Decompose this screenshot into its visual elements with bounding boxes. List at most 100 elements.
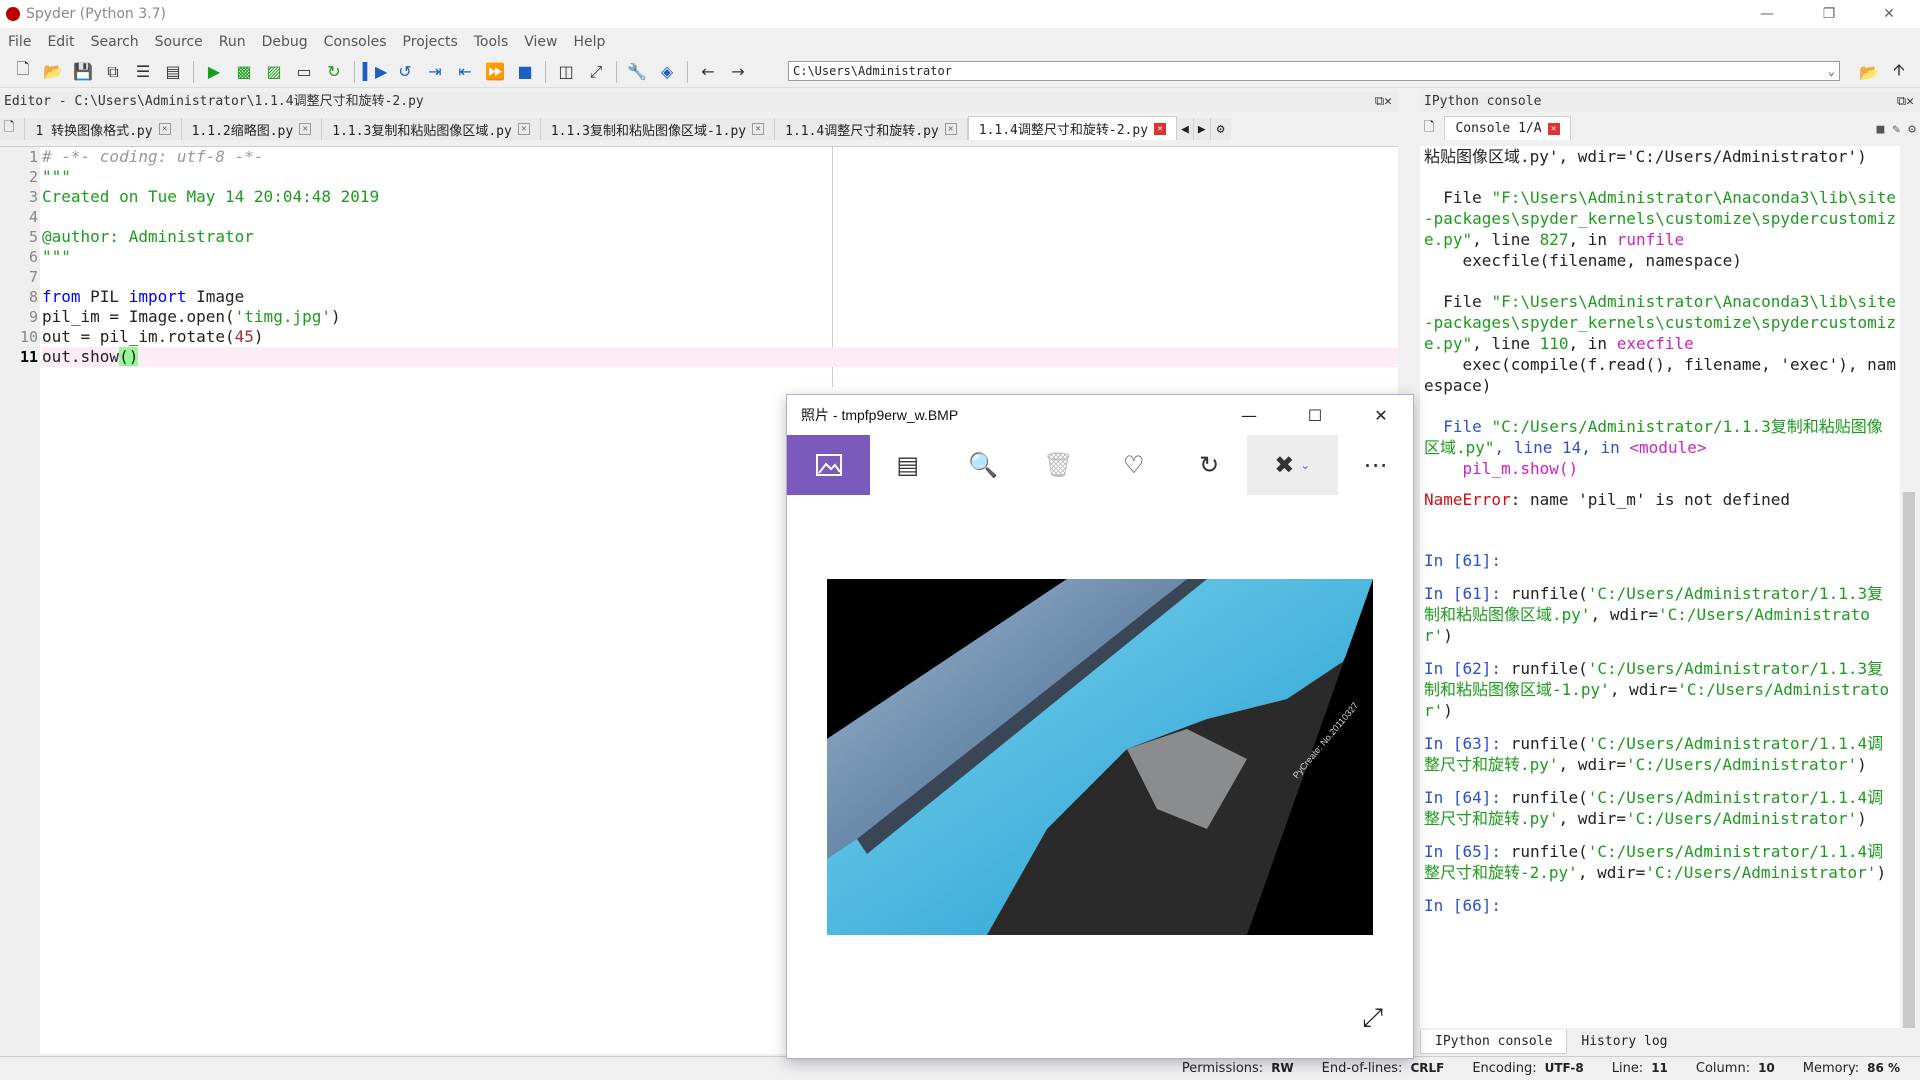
- fullscreen-expand-icon[interactable]: ⤢: [1362, 1003, 1383, 1034]
- code-line: Created on Tue May 14 20:04:48 2019: [42, 187, 380, 206]
- continue-icon[interactable]: ⏩: [483, 60, 507, 84]
- close-tab-icon[interactable]: ✕: [752, 123, 765, 135]
- browse-tabs-icon[interactable]: ▤: [161, 60, 185, 84]
- menu-search[interactable]: Search: [83, 34, 147, 50]
- status-permissions: Permissions: RW: [1181, 1061, 1294, 1076]
- run-cell-advance-icon[interactable]: ▨: [262, 60, 286, 84]
- tab-history-log[interactable]: History log: [1567, 1030, 1681, 1054]
- photos-close-button[interactable]: ✕: [1353, 395, 1409, 435]
- browse-tabs-icon[interactable]: 🗋: [0, 118, 26, 140]
- new-file-icon[interactable]: 🗋: [11, 59, 35, 84]
- line-number-current: 11: [19, 348, 38, 366]
- zoom-in-icon[interactable]: 🔍: [945, 435, 1020, 495]
- slideshow-icon[interactable]: ▤: [870, 435, 945, 495]
- tab-file-4[interactable]: 1.1.3复制和粘贴图像区域-1.py ✕: [540, 118, 776, 140]
- line-number-gutter: 1 2 3 4 5 6 7 8 9 10 11: [0, 147, 40, 1054]
- toolbar-separator: [545, 60, 546, 83]
- working-directory-input[interactable]: C:\Users\Administrator ⌄: [788, 61, 1840, 81]
- tab-file-6-active[interactable]: 1.1.4调整尺寸和旋转-2.py ✕: [967, 116, 1178, 140]
- run-icon[interactable]: ▶: [202, 60, 226, 84]
- menu-help[interactable]: Help: [565, 34, 613, 50]
- save-icon[interactable]: 💾: [71, 60, 95, 84]
- rotate-icon[interactable]: ↻: [1172, 435, 1247, 495]
- tab-file-5[interactable]: 1.1.4调整尺寸和旋转.py ✕: [775, 118, 968, 140]
- close-button[interactable]: ✕: [1866, 0, 1912, 28]
- close-tab-icon[interactable]: ✕: [944, 123, 957, 135]
- tab-file-1[interactable]: 1 转换图像格式.py ✕: [25, 118, 182, 140]
- step-icon[interactable]: ↺: [393, 60, 417, 84]
- open-file-icon[interactable]: 📂: [41, 60, 65, 84]
- menu-view[interactable]: View: [516, 34, 565, 50]
- menu-bar: File Edit Search Source Run Debug Consol…: [0, 30, 613, 54]
- close-tab-icon[interactable]: ✕: [158, 123, 171, 135]
- menu-tools[interactable]: Tools: [466, 34, 517, 50]
- close-tab-icon[interactable]: ✕: [299, 123, 312, 135]
- preferences-wrench-icon[interactable]: 🔧: [625, 60, 649, 84]
- tab-console-1[interactable]: Console 1/A ✕: [1444, 116, 1571, 140]
- more-options-icon[interactable]: ⋯: [1338, 435, 1413, 495]
- stop-kernel-icon[interactable]: ■: [1873, 118, 1889, 140]
- tab-file-3[interactable]: 1.1.3复制和粘贴图像区域.py ✕: [322, 118, 541, 140]
- code-line-current: out.show(): [42, 347, 1398, 367]
- see-all-photos-icon[interactable]: [787, 435, 871, 495]
- outline-icon[interactable]: ☰: [131, 60, 155, 84]
- tab-scroll-right-icon[interactable]: ▶: [1193, 118, 1211, 140]
- console-options-gear-icon[interactable]: ⚙: [1904, 118, 1920, 140]
- favorite-heart-icon[interactable]: ♡: [1096, 435, 1171, 495]
- tab-file-2[interactable]: 1.1.2缩略图.py ✕: [181, 118, 323, 140]
- close-tab-icon[interactable]: ✕: [1547, 122, 1560, 135]
- step-return-icon[interactable]: ⇤: [453, 60, 477, 84]
- minimize-button[interactable]: —: [1744, 0, 1790, 28]
- ipython-console[interactable]: 粘贴图像区域.py', wdir='C:/Users/Administrator…: [1420, 146, 1900, 1028]
- line-number: 1: [28, 148, 38, 166]
- debug-icon[interactable]: ▍▶: [363, 60, 388, 84]
- photos-maximize-button[interactable]: ☐: [1287, 395, 1343, 435]
- chevron-down-icon[interactable]: ⌄: [1828, 62, 1835, 80]
- code-area[interactable]: # -*- coding: utf-8 -*- """ Created on T…: [42, 147, 1398, 367]
- browse-tabs-icon[interactable]: 🗋: [1420, 118, 1444, 140]
- matched-paren: (): [119, 347, 139, 366]
- pane-options-icon[interactable]: ⧉✕: [1897, 92, 1914, 112]
- console-traceback-line: File "F:\Users\Administrator\Anaconda3\l…: [1424, 292, 1897, 353]
- console-scrollbar-thumb[interactable]: [1903, 492, 1915, 1028]
- parent-directory-icon[interactable]: 🡩: [1887, 60, 1911, 84]
- close-tab-icon[interactable]: ✕: [517, 123, 530, 135]
- fullscreen-icon[interactable]: ⤢: [584, 60, 608, 84]
- menu-consoles[interactable]: Consoles: [316, 34, 395, 50]
- edit-create-icon[interactable]: ✖ ⌄: [1246, 435, 1338, 495]
- run-selection-icon[interactable]: ▭: [292, 60, 316, 84]
- menu-file[interactable]: File: [0, 34, 39, 50]
- close-tab-icon[interactable]: ✕: [1154, 122, 1167, 135]
- tab-scroll-left-icon[interactable]: ◀: [1177, 118, 1194, 140]
- pane-options-icon[interactable]: ⧉✕: [1375, 92, 1392, 112]
- run-cell-icon[interactable]: ▩: [232, 60, 256, 84]
- menu-debug[interactable]: Debug: [254, 34, 316, 50]
- line-number: 4: [28, 208, 38, 226]
- line-number: 2: [28, 168, 38, 186]
- code-token: out.show: [42, 347, 120, 366]
- photos-minimize-button[interactable]: —: [1221, 395, 1277, 435]
- menu-run[interactable]: Run: [211, 34, 254, 50]
- clear-console-icon[interactable]: ✎: [1888, 118, 1904, 140]
- code-token: Image: [186, 287, 245, 306]
- python-path-icon[interactable]: ◈: [655, 60, 679, 84]
- editor-path: Editor - C:\Users\Administrator\1.1.4调整尺…: [4, 94, 424, 109]
- back-arrow-icon[interactable]: ←: [696, 60, 720, 84]
- step-into-icon[interactable]: ⇥: [423, 60, 447, 84]
- stop-debug-icon[interactable]: ■: [513, 60, 537, 84]
- forward-arrow-icon[interactable]: →: [726, 60, 750, 84]
- restore-button[interactable]: ❐: [1806, 0, 1852, 28]
- console-input-line: In [65]: runfile('C:/Users/Administrator…: [1424, 842, 1887, 882]
- menu-projects[interactable]: Projects: [395, 34, 466, 50]
- rerun-icon[interactable]: ↻: [322, 60, 346, 84]
- code-line: from PIL import Image: [42, 287, 1398, 307]
- save-all-icon[interactable]: ⧉: [101, 60, 125, 84]
- editor-options-gear-icon[interactable]: ⚙: [1210, 118, 1231, 140]
- menu-edit[interactable]: Edit: [39, 34, 82, 50]
- spyder-logo-icon: [6, 7, 20, 21]
- tab-ipython-console[interactable]: IPython console: [1420, 1030, 1568, 1054]
- browse-folder-icon[interactable]: 📂: [1857, 60, 1881, 84]
- menu-source[interactable]: Source: [147, 34, 211, 50]
- maximize-pane-icon[interactable]: ◫: [554, 60, 578, 84]
